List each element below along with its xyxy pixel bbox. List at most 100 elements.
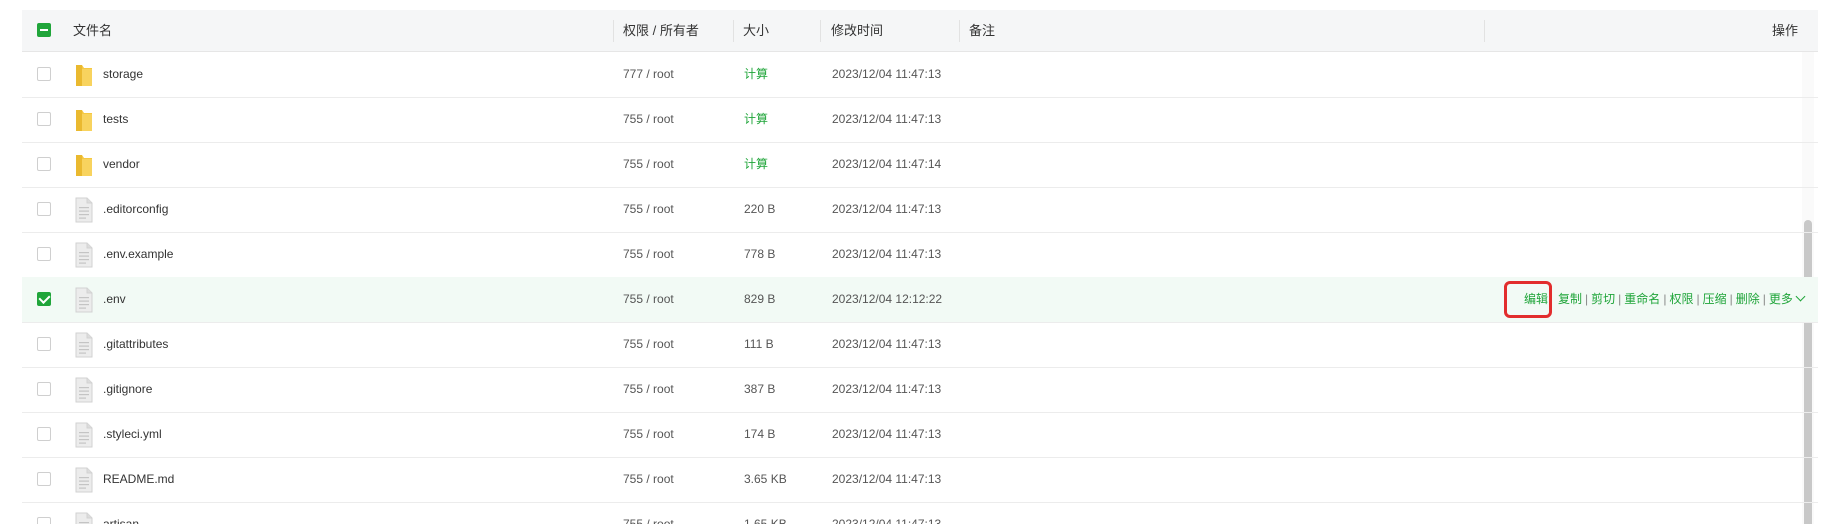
- file-icon[interactable]: [75, 197, 93, 223]
- file-permission[interactable]: 755 / root: [623, 232, 674, 277]
- action-rename[interactable]: 重命名: [1624, 292, 1660, 306]
- file-size: 778 B: [744, 247, 776, 261]
- table-row[interactable]: .env 755 / root 829 B 2023/12/04 12:12:22 编辑…: [22, 277, 1818, 323]
- file-size: 387 B: [744, 382, 776, 396]
- header-mtime[interactable]: 修改时间: [831, 10, 883, 51]
- file-permission[interactable]: 755 / root: [623, 277, 674, 322]
- row-checkbox[interactable]: [37, 157, 51, 171]
- file-icon[interactable]: [75, 377, 93, 403]
- highlight-box: [1504, 281, 1552, 318]
- calculate-size-link[interactable]: 计算: [744, 142, 768, 187]
- file-name[interactable]: .env.example: [103, 232, 173, 277]
- table-row[interactable]: .gitattributes 755 / root 111 B 2023/12/04 …: [22, 322, 1818, 368]
- row-checkbox[interactable]: [37, 247, 51, 261]
- table-row[interactable]: storage 777 / root 计算 2023/12/04 11:47:13: [22, 52, 1818, 98]
- chevron-down-icon[interactable]: [1795, 291, 1806, 302]
- action-separator: |: [1618, 292, 1622, 306]
- partial-check-icon: [40, 29, 48, 31]
- row-checkbox[interactable]: [37, 427, 51, 441]
- row-checkbox[interactable]: [37, 112, 51, 126]
- file-mtime: 2023/12/04 11:47:13: [832, 382, 942, 396]
- file-mtime: 2023/12/04 11:47:13: [832, 112, 942, 126]
- file-table: 文件名 权限 / 所有者 大小 修改时间 备注 操作 storage 777 / …: [22, 10, 1818, 524]
- file-permission[interactable]: 755 / root: [623, 412, 674, 457]
- file-mtime: 2023/12/04 12:12:22: [832, 292, 943, 306]
- file-permission[interactable]: 755 / root: [623, 457, 674, 502]
- header-size[interactable]: 大小: [743, 10, 769, 51]
- file-icon[interactable]: [75, 512, 93, 524]
- file-mtime: 2023/12/04 11:47:13: [832, 247, 942, 261]
- file-size: 220 B: [744, 202, 776, 216]
- row-checkbox[interactable]: [37, 67, 51, 81]
- file-icon[interactable]: [75, 422, 93, 448]
- action-perm[interactable]: 权限: [1669, 292, 1693, 306]
- column-divider[interactable]: [733, 20, 734, 42]
- file-mtime: 2023/12/04 11:47:13: [832, 202, 942, 216]
- file-permission[interactable]: 755 / root: [623, 142, 674, 187]
- file-icon[interactable]: [75, 287, 93, 313]
- column-divider[interactable]: [959, 20, 960, 42]
- calculate-size-link[interactable]: 计算: [744, 97, 768, 142]
- folder-icon[interactable]: [74, 107, 94, 133]
- row-checkbox[interactable]: [37, 337, 51, 351]
- action-delete[interactable]: 删除: [1736, 292, 1760, 306]
- file-name[interactable]: .gitignore: [103, 367, 152, 412]
- row-checkbox[interactable]: [37, 291, 51, 306]
- row-checkbox[interactable]: [37, 202, 51, 216]
- file-permission[interactable]: 755 / root: [623, 322, 674, 367]
- file-permission[interactable]: 755 / root: [623, 97, 674, 142]
- table-row[interactable]: .env.example 755 / root 778 B 2023/12/04 11…: [22, 232, 1818, 278]
- calculate-size-link[interactable]: 计算: [744, 52, 768, 97]
- folder-icon[interactable]: [74, 152, 94, 178]
- table-row[interactable]: README.md 755 / root 3.65 KB 2023/12/04 11:…: [22, 457, 1818, 503]
- row-checkbox[interactable]: [37, 382, 51, 396]
- file-permission[interactable]: 755 / root: [623, 367, 674, 412]
- table-header: 文件名 权限 / 所有者 大小 修改时间 备注 操作: [22, 10, 1818, 52]
- file-permission[interactable]: 755 / root: [623, 502, 674, 524]
- action-copy[interactable]: 复制: [1558, 292, 1582, 306]
- file-name[interactable]: README.md: [103, 457, 174, 502]
- header-filename[interactable]: 文件名: [73, 10, 112, 51]
- file-name[interactable]: .gitattributes: [103, 322, 168, 367]
- table-row[interactable]: .editorconfig 755 / root 220 B 2023/12/04 1…: [22, 187, 1818, 233]
- file-permission[interactable]: 777 / root: [623, 52, 674, 97]
- action-compress[interactable]: 压缩: [1703, 292, 1727, 306]
- file-mtime: 2023/12/04 11:47:13: [832, 337, 942, 351]
- file-name[interactable]: artisan: [103, 502, 139, 524]
- file-name[interactable]: storage: [103, 52, 143, 97]
- file-name[interactable]: .styleci.yml: [103, 412, 162, 457]
- file-size: 111 B: [744, 337, 774, 351]
- header-note: 备注: [969, 23, 996, 38]
- file-name[interactable]: vendor: [103, 142, 140, 187]
- table-row[interactable]: .styleci.yml 755 / root 174 B 2023/12/04 11…: [22, 412, 1818, 458]
- column-divider[interactable]: [613, 20, 614, 42]
- table-row[interactable]: .gitignore 755 / root 387 B 2023/12/04 11:4…: [22, 367, 1818, 413]
- file-icon[interactable]: [75, 467, 93, 493]
- column-divider[interactable]: [1484, 20, 1485, 42]
- file-mtime: 2023/12/04 11:47:14: [832, 157, 942, 171]
- action-separator: |: [1663, 292, 1667, 306]
- select-all-checkbox[interactable]: [37, 23, 51, 37]
- action-more[interactable]: 更多: [1769, 292, 1793, 306]
- file-size: 3.65 KB: [744, 472, 787, 486]
- table-row[interactable]: tests 755 / root 计算 2023/12/04 11:47:13: [22, 97, 1818, 143]
- table-row[interactable]: vendor 755 / root 计算 2023/12/04 11:47:14: [22, 142, 1818, 188]
- row-checkbox[interactable]: [37, 517, 51, 524]
- file-icon[interactable]: [75, 242, 93, 268]
- table-row[interactable]: artisan 755 / root 1.65 KB 2023/12/04 11:47…: [22, 502, 1818, 524]
- action-cut[interactable]: 剪切: [1591, 292, 1615, 306]
- file-mtime: 2023/12/04 11:47:13: [832, 427, 942, 441]
- check-icon: [38, 291, 51, 305]
- file-name[interactable]: tests: [103, 97, 128, 142]
- file-name[interactable]: .env: [103, 277, 126, 322]
- column-divider[interactable]: [820, 20, 821, 42]
- file-permission[interactable]: 755 / root: [623, 187, 674, 232]
- header-permission[interactable]: 权限 / 所有者: [623, 10, 699, 51]
- file-size: 174 B: [744, 427, 776, 441]
- row-checkbox[interactable]: [37, 472, 51, 486]
- file-name[interactable]: .editorconfig: [103, 187, 168, 232]
- file-icon[interactable]: [75, 332, 93, 358]
- action-separator: |: [1696, 292, 1700, 306]
- folder-icon[interactable]: [74, 62, 94, 88]
- file-mtime: 2023/12/04 11:47:13: [832, 67, 942, 81]
